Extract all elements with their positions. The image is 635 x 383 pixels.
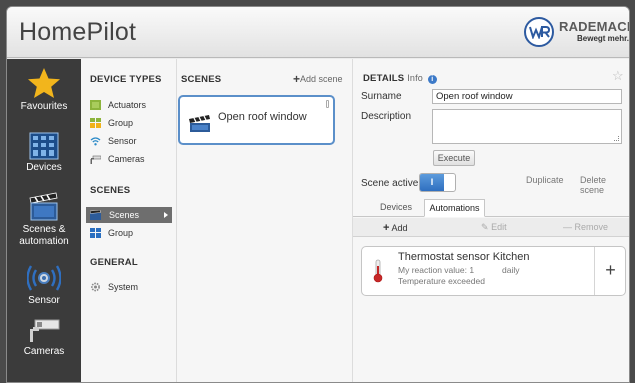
automation-add-button[interactable]: + xyxy=(594,247,626,295)
thermometer-icon xyxy=(373,259,383,283)
tab-devices[interactable]: Devices xyxy=(373,199,419,217)
scene-active-label: Scene active xyxy=(361,178,419,189)
device-types-heading: DEVICE TYPES xyxy=(90,74,162,85)
category-label: Group xyxy=(108,118,134,128)
scenes-column-heading: SCENES xyxy=(181,74,222,85)
nav-item-cameras[interactable]: Cameras xyxy=(7,318,81,358)
clapperboard-small-icon xyxy=(90,210,101,220)
category-label: Cameras xyxy=(108,154,145,164)
add-automation-label: Add xyxy=(391,223,408,233)
automation-condition: Temperature exceeded xyxy=(398,276,485,286)
clapperboard-icon xyxy=(29,192,58,221)
category-item-group[interactable]: Group xyxy=(90,115,173,131)
group-icon xyxy=(90,228,101,238)
scenes-column: SCENES +Add scene Open roof window xyxy=(177,59,353,382)
favourite-star-icon[interactable]: ☆ xyxy=(612,68,624,84)
star-icon xyxy=(28,68,60,98)
category-label: System xyxy=(108,282,139,292)
nav-label-scenes: Scenes & automation xyxy=(19,224,69,247)
nav-label-sensor: Sensor xyxy=(28,295,60,306)
minus-icon: — xyxy=(563,222,572,232)
info-icon[interactable]: i xyxy=(427,75,437,84)
remove-automation-label: Remove xyxy=(574,222,609,232)
camera-icon xyxy=(30,319,60,342)
brand-name: RADEMACHER xyxy=(559,19,629,34)
group-icon xyxy=(90,118,101,128)
add-scene-label: Add scene xyxy=(300,74,343,84)
details-title: DETAILS xyxy=(363,73,405,84)
category-label: Sensor xyxy=(108,136,137,146)
nav-label-cameras: Cameras xyxy=(23,346,65,357)
scenes-heading: SCENES xyxy=(90,185,131,196)
app-window: HomePilot RADEMACHER Bewegt mehr. Favour… xyxy=(6,6,630,383)
description-textarea[interactable] xyxy=(432,109,622,144)
rademacher-logo-icon xyxy=(524,17,554,47)
category-label: Scenes xyxy=(109,210,140,220)
category-item-scenes[interactable]: Scenes xyxy=(86,207,172,223)
category-item-actuators[interactable]: Actuators xyxy=(90,97,173,113)
details-panel: DETAILS Info i ☆ Surname Description Exe… xyxy=(353,59,629,382)
scene-active-toggle[interactable]: I xyxy=(419,173,456,192)
plus-icon: + xyxy=(383,222,390,234)
automation-reaction: My reaction value: 1 xyxy=(398,265,475,275)
nav-label-devices: Devices xyxy=(26,162,62,173)
main-nav: Favourites Devices Scenes & automation S… xyxy=(7,59,81,382)
app-title: HomePilot xyxy=(19,18,137,46)
automation-card[interactable]: Thermostat sensor Kitchen My reaction va… xyxy=(361,246,626,296)
tab-automations[interactable]: Automations xyxy=(424,199,485,217)
chevron-right-icon xyxy=(164,212,168,218)
automation-schedule: daily xyxy=(502,265,520,275)
edit-automation-button[interactable]: ✎ Edit xyxy=(481,222,507,233)
details-tabs: Devices Automations xyxy=(353,199,629,217)
clapperboard-icon xyxy=(189,115,210,132)
surname-input[interactable] xyxy=(432,89,622,104)
sensor-waves-icon xyxy=(27,265,61,291)
general-heading: GENERAL xyxy=(90,257,138,268)
actuator-icon xyxy=(90,100,101,110)
category-item-scene-group[interactable]: Group xyxy=(90,225,173,241)
automation-title: Thermostat sensor Kitchen xyxy=(398,251,530,263)
app-header: HomePilot RADEMACHER Bewegt mehr. xyxy=(7,7,630,58)
description-label: Description xyxy=(361,111,412,122)
automation-action-bar: + Add ✎ Edit — Remove xyxy=(353,218,629,237)
scene-pin-icon xyxy=(326,100,329,108)
category-column: DEVICE TYPES Actuators Group Sensor Came… xyxy=(81,59,177,382)
nav-label-favourites: Favourites xyxy=(20,101,68,112)
add-scene-button[interactable]: +Add scene xyxy=(293,72,343,86)
category-item-sensor[interactable]: Sensor xyxy=(90,133,173,149)
plus-icon: + xyxy=(293,72,301,86)
category-label: Actuators xyxy=(108,100,147,110)
info-label: Info xyxy=(407,73,423,83)
camera-small-icon xyxy=(90,155,101,164)
details-heading: DETAILS Info i xyxy=(363,73,437,84)
gear-icon xyxy=(91,282,100,292)
add-automation-button[interactable]: + Add xyxy=(383,222,407,234)
duplicate-button[interactable]: Duplicate xyxy=(526,175,564,185)
nav-item-sensor[interactable]: Sensor xyxy=(7,263,81,307)
nav-item-devices[interactable]: Devices xyxy=(7,132,81,174)
remove-automation-button[interactable]: — Remove xyxy=(563,222,608,232)
toggle-on-label: I xyxy=(420,174,444,191)
nav-item-favourites[interactable]: Favourites xyxy=(7,67,81,113)
scene-card-selected[interactable]: Open roof window xyxy=(178,95,335,145)
execute-button[interactable]: Execute xyxy=(433,150,475,166)
category-item-cameras[interactable]: Cameras xyxy=(90,151,173,167)
edit-automation-label: Edit xyxy=(491,222,507,232)
surname-label: Surname xyxy=(361,91,402,102)
nav-item-scenes-automation[interactable]: Scenes & automation xyxy=(7,192,81,248)
resize-grip-icon[interactable] xyxy=(614,136,619,141)
category-item-system[interactable]: System xyxy=(90,279,173,295)
devices-grid-icon xyxy=(29,132,59,160)
brand-slogan: Bewegt mehr. xyxy=(577,34,630,43)
wifi-sensor-icon xyxy=(90,137,101,146)
scene-name: Open roof window xyxy=(218,111,307,123)
category-label: Group xyxy=(108,228,134,238)
pencil-icon: ✎ xyxy=(481,222,489,232)
delete-scene-button[interactable]: Delete scene xyxy=(580,175,629,195)
